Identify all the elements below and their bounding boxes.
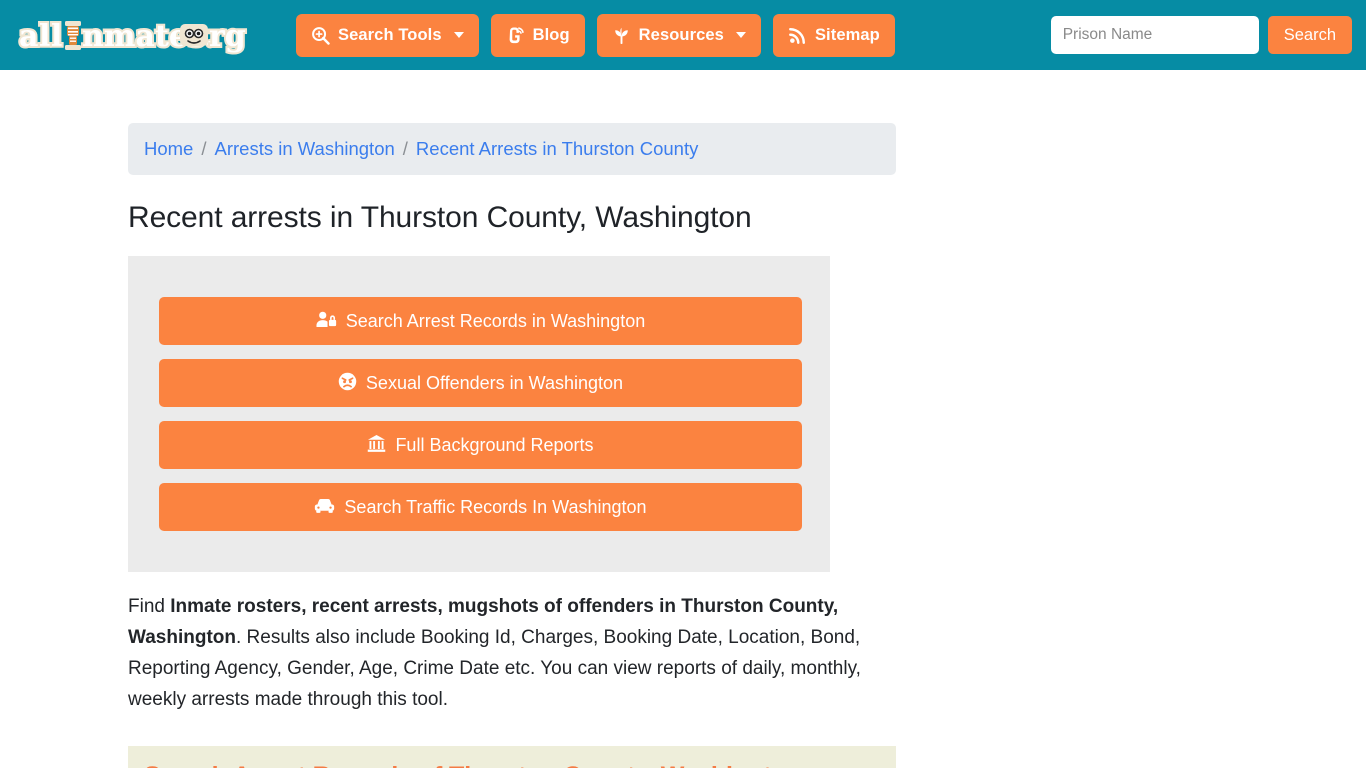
allinmates-logo-icon: a a l l l l nmates. nmates. rg rg	[18, 17, 248, 56]
action-buttons-panel: Search Arrest Records in Washington Sexu…	[128, 256, 830, 572]
nav-button-blog[interactable]: Blog	[490, 13, 585, 57]
page-title: Recent arrests in Thurston County, Washi…	[128, 201, 752, 234]
sexual-offenders-button[interactable]: Sexual Offenders in Washington	[159, 359, 802, 407]
intro-lead: Find	[128, 596, 171, 617]
angry-face-icon	[338, 372, 357, 394]
svg-text:rg: rg	[209, 19, 246, 54]
content-container: Home / Arrests in Washington / Recent Ar…	[128, 70, 896, 768]
action-button-label: Search Traffic Records In Washington	[344, 497, 647, 517]
breadcrumb-separator: /	[402, 138, 408, 159]
header-search-button[interactable]: Search	[1267, 16, 1352, 54]
blogger-icon	[506, 26, 525, 45]
site-logo[interactable]: a a l l l l nmates. nmates. rg rg	[10, 12, 272, 58]
svg-text:a: a	[19, 19, 38, 54]
nav-button-resources[interactable]: Resources	[596, 13, 761, 57]
nav-button-label: Search Tools	[338, 25, 442, 44]
site-header: a a l l l l nmates. nmates. rg rg Search…	[0, 0, 1366, 70]
search-plus-icon	[311, 26, 330, 45]
seedling-icon	[612, 26, 631, 45]
section-heading: Search Arrest Records of Thurston County…	[144, 762, 880, 768]
header-search-form: Search	[1050, 16, 1352, 54]
car-icon	[314, 497, 335, 517]
breadcrumb: Home / Arrests in Washington / Recent Ar…	[128, 123, 896, 175]
section-banner: Search Arrest Records of Thurston County…	[128, 746, 896, 768]
main-navigation: Search Tools Blog Resources Sitemap	[296, 13, 895, 57]
chevron-down-icon	[453, 32, 464, 38]
nav-button-label: Blog	[532, 25, 570, 44]
action-button-label: Full Background Reports	[395, 435, 594, 455]
svg-text:l: l	[39, 19, 50, 54]
rss-icon	[788, 26, 807, 45]
nav-button-sitemap[interactable]: Sitemap	[772, 13, 895, 57]
prison-name-search-input[interactable]	[1050, 16, 1259, 54]
action-button-label: Sexual Offenders in Washington	[365, 373, 624, 393]
landmark-icon	[367, 434, 386, 456]
action-button-label: Search Arrest Records in Washington	[345, 311, 646, 331]
nav-button-search-tools[interactable]: Search Tools	[296, 13, 479, 57]
user-lock-icon	[316, 311, 337, 331]
nav-button-label: Resources	[638, 25, 724, 44]
chevron-down-icon	[735, 32, 746, 38]
breadcrumb-separator: /	[201, 138, 207, 159]
breadcrumb-item-recent-arrests-in-thurston-county[interactable]: Recent Arrests in Thurston County	[416, 138, 698, 160]
search-traffic-records-button[interactable]: Search Traffic Records In Washington	[159, 483, 802, 531]
intro-rest: . Results also include Booking Id, Charg…	[128, 627, 861, 710]
svg-text:l: l	[51, 19, 62, 54]
full-background-reports-button[interactable]: Full Background Reports	[159, 421, 802, 469]
page-content: Home / Arrests in Washington / Recent Ar…	[0, 70, 1366, 768]
intro-paragraph: Find Inmate rosters, recent arrests, mug…	[128, 591, 896, 715]
nav-button-label: Sitemap	[814, 25, 880, 44]
breadcrumb-item-home[interactable]: Home	[144, 138, 193, 160]
breadcrumb-item-arrests-in-washington[interactable]: Arrests in Washington	[215, 138, 395, 160]
search-arrest-records-button[interactable]: Search Arrest Records in Washington	[159, 297, 802, 345]
